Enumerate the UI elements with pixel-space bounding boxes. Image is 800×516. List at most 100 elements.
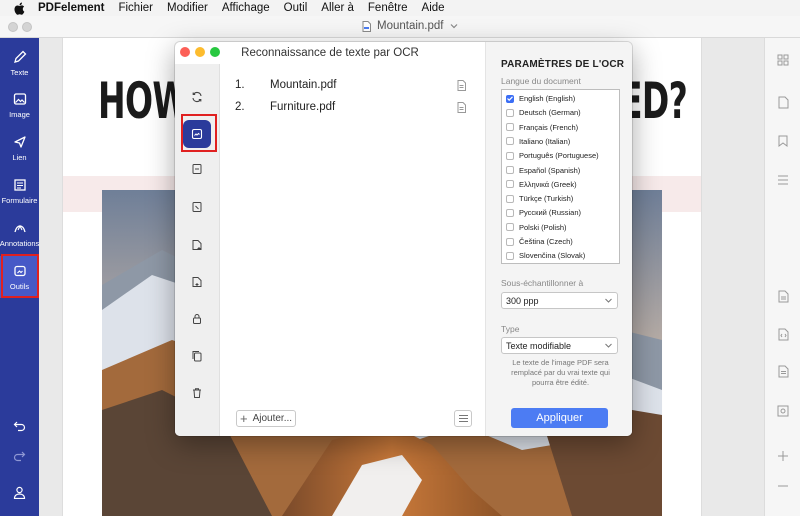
delete-tool[interactable] <box>186 382 208 404</box>
plus-icon <box>778 451 788 461</box>
doc-props-icon <box>778 290 788 302</box>
language-option-label: Русский (Russian) <box>519 208 582 218</box>
page-add-icon <box>192 240 202 250</box>
file-options-icon[interactable] <box>457 102 466 116</box>
checkbox[interactable] <box>506 208 514 217</box>
insert-tool[interactable] <box>186 271 208 293</box>
sidebar-item-lien[interactable]: Lien <box>0 127 39 169</box>
type-value: Texte modifiable <box>506 340 572 351</box>
extract-tool[interactable] <box>186 234 208 256</box>
copy-tool[interactable] <box>186 345 208 367</box>
menu-app-name[interactable]: PDFelement <box>38 2 104 14</box>
checkbox[interactable] <box>506 237 514 246</box>
language-option[interactable]: Italiano (Italian) <box>506 137 570 146</box>
code-button[interactable] <box>775 326 791 342</box>
checkbox[interactable] <box>506 151 514 160</box>
add-files-button[interactable]: + Ajouter... <box>236 410 296 427</box>
thumbnails-button[interactable] <box>775 52 791 68</box>
sidebar-item-label: Lien <box>12 152 27 162</box>
compress-icon <box>192 164 202 174</box>
trash-icon <box>193 388 201 398</box>
sidebar-item-annotations[interactable]: Annotations <box>0 213 39 255</box>
file-name: Furniture.pdf <box>270 101 336 113</box>
apple-icon[interactable] <box>12 2 26 15</box>
language-option-label: Ελληνικά (Greek) <box>519 179 577 189</box>
sidebar-item-texte[interactable]: Texte <box>0 42 39 84</box>
menu-fenetre[interactable]: Fenêtre <box>368 2 408 14</box>
refresh-icon <box>192 91 202 103</box>
window-minimize-button[interactable] <box>22 22 32 32</box>
compare-button[interactable] <box>775 363 791 379</box>
language-option[interactable]: Türkçe (Turkish) <box>506 194 573 203</box>
bookmark-button[interactable] <box>775 133 791 149</box>
page-icon <box>778 96 788 108</box>
checkbox-checked[interactable] <box>506 94 514 103</box>
menu-affichage[interactable]: Affichage <box>222 2 270 14</box>
redo-button[interactable] <box>0 450 39 462</box>
link-icon <box>13 135 26 148</box>
properties-button[interactable] <box>775 288 791 304</box>
sidebar-item-image[interactable]: Image <box>0 84 39 126</box>
type-select[interactable]: Texte modifiable <box>501 337 618 354</box>
downsample-value: 300 ppp <box>506 295 539 306</box>
zoom-out-button[interactable] <box>775 478 791 494</box>
sidebar-item-formulaire[interactable]: Formulaire <box>0 170 39 212</box>
convert-tool[interactable] <box>186 86 208 108</box>
downsample-select[interactable]: 300 ppp <box>501 292 618 309</box>
window-close-button[interactable] <box>8 22 18 32</box>
language-option[interactable]: Čeština (Czech) <box>506 237 573 246</box>
checkbox[interactable] <box>506 108 514 117</box>
menu-aide[interactable]: Aide <box>422 2 445 14</box>
page-button[interactable] <box>775 94 791 110</box>
security-button[interactable] <box>775 403 791 419</box>
page-insert-icon <box>192 277 202 287</box>
chevron-down-icon <box>605 298 612 303</box>
language-list[interactable]: English (English) Deutsch (German) Françai… <box>501 89 620 264</box>
language-option[interactable]: Polski (Polish) <box>506 223 567 232</box>
sidebar-item-label: Annotations <box>0 238 40 248</box>
account-button[interactable] <box>0 486 39 499</box>
language-option[interactable]: English (English) <box>506 94 575 103</box>
compress-tool[interactable] <box>186 158 208 180</box>
crop-tool[interactable] <box>186 196 208 218</box>
checkbox[interactable] <box>506 251 514 260</box>
undo-icon <box>13 421 26 432</box>
language-option-label: Español (Spanish) <box>519 165 581 175</box>
type-hint: Le texte de l'image PDF sera remplacé pa… <box>511 358 610 387</box>
menu-fichier[interactable]: Fichier <box>118 2 153 14</box>
redo-icon <box>13 451 26 462</box>
crop-icon <box>192 202 202 212</box>
language-option[interactable]: Français (French) <box>506 123 578 132</box>
pdf-file-icon <box>362 20 371 32</box>
outline-button[interactable] <box>775 172 791 188</box>
checkbox[interactable] <box>506 223 514 232</box>
language-option[interactable]: Español (Spanish) <box>506 166 580 175</box>
undo-button[interactable] <box>0 420 39 432</box>
apply-button[interactable]: Appliquer <box>511 408 608 428</box>
add-files-label: Ajouter... <box>252 413 293 424</box>
language-option[interactable]: Deutsch (German) <box>506 108 581 117</box>
language-option[interactable]: Português (Portuguese) <box>506 151 599 160</box>
document-title[interactable]: Mountain.pdf <box>362 20 464 32</box>
checkbox[interactable] <box>506 194 514 203</box>
file-options-icon[interactable] <box>457 80 466 94</box>
minus-icon <box>778 485 788 487</box>
menu-aller[interactable]: Aller à <box>321 2 354 14</box>
menu-outil[interactable]: Outil <box>284 2 308 14</box>
checkbox[interactable] <box>506 180 514 189</box>
checkbox[interactable] <box>506 123 514 132</box>
language-option[interactable]: Ελληνικά (Greek) <box>506 180 577 189</box>
checkbox[interactable] <box>506 166 514 174</box>
list-view-button[interactable] <box>454 410 472 427</box>
dialog-title: Reconnaissance de texte par OCR <box>241 47 419 59</box>
language-option-label: Polski (Polish) <box>519 222 567 232</box>
language-option[interactable]: Slovenčina (Slovak) <box>506 251 585 260</box>
zoom-in-button[interactable] <box>775 448 791 464</box>
menu-modifier[interactable]: Modifier <box>167 2 208 14</box>
file-name: Mountain.pdf <box>270 79 337 91</box>
file-index: 1. <box>235 79 245 91</box>
checkbox[interactable] <box>506 137 514 146</box>
language-option[interactable]: Русский (Russian) <box>506 208 581 217</box>
protect-tool[interactable] <box>186 308 208 330</box>
chevron-down-icon <box>605 343 612 348</box>
